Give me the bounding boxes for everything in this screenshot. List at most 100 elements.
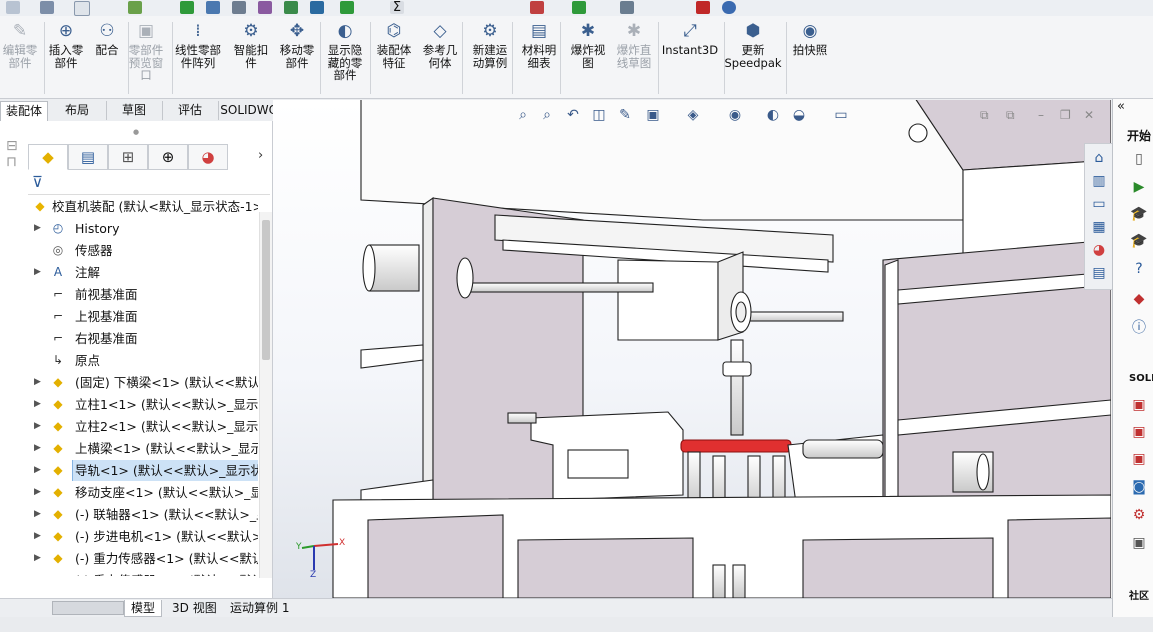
apply-scene-icon[interactable]: ◒ (790, 106, 808, 124)
dynamic-annotation-icon[interactable]: ✎ (616, 106, 634, 124)
expand-arrow-icon[interactable]: ▶ (34, 482, 41, 503)
ribbon-button-4[interactable]: ⁞ 线性零部 件阵列 (172, 20, 224, 69)
tree-item[interactable]: ▶ ◆ (-) 步进电机<1> (默认<<默认>_显 (0, 526, 258, 547)
solidworks-icon[interactable]: ◆ (1129, 289, 1149, 309)
view-settings-icon[interactable]: ▭ (832, 106, 850, 124)
feature-tree-tab[interactable]: ◆ (28, 144, 68, 170)
tree-item[interactable]: ▶ ◆ (-) 重力传感器<2> (默认<<默认>_ (0, 570, 258, 576)
tool-icon[interactable] (572, 1, 586, 14)
checkmark-icon[interactable] (180, 1, 194, 14)
new-document-icon[interactable]: ▯ (1129, 149, 1149, 169)
tutorial-icon[interactable]: 🎓 (1129, 204, 1149, 224)
tree-item[interactable]: ⌐ 前视基准面 (0, 284, 258, 305)
viewport-next-icon[interactable]: ⧉ (1006, 108, 1015, 123)
save-icon[interactable] (40, 1, 54, 14)
expand-arrow-icon[interactable]: ▶ (34, 570, 41, 576)
design-library-icon[interactable]: ▥ (1089, 171, 1109, 191)
sum-icon[interactable]: Σ (390, 1, 404, 14)
tree-item[interactable]: ▶ ◆ 立柱1<1> (默认<<默认>_显示状态 (0, 394, 258, 415)
tree-root[interactable]: ◆ 校直机装配 (默认<默认_显示状态-1>) (0, 196, 258, 217)
ribbon-button-9[interactable]: ◇ 参考几 何体 (414, 20, 466, 69)
section-view-icon[interactable]: ◫ (590, 106, 608, 124)
dimxpert-tab[interactable]: ⊕ (148, 144, 188, 170)
graphics-viewport[interactable] (273, 100, 1111, 598)
collapse-icon[interactable]: « (1117, 99, 1125, 114)
info-icon[interactable]: ⓘ (1129, 317, 1149, 337)
tab-0[interactable]: 装配体 (0, 101, 48, 121)
ribbon-button-15[interactable]: ⬢ 更新 Speedpak (724, 20, 781, 69)
expand-arrow-icon[interactable]: ▶ (34, 372, 41, 393)
bottom-tab-2[interactable]: 运动算例 1 (224, 600, 295, 616)
panel-grip[interactable]: ● (0, 128, 272, 136)
ribbon-button-7[interactable]: ◐ 显示隐 藏的零 部件 (319, 20, 371, 82)
view-palette-icon[interactable]: ▦ (1089, 217, 1109, 237)
filter-icon[interactable]: ⊽ (32, 173, 43, 191)
tree-item[interactable]: ▶ ◆ 上横梁<1> (默认<<默认>_显示状态 (0, 438, 258, 459)
resource-icon[interactable]: ◙ (1129, 477, 1149, 497)
minimize-icon[interactable]: – (1038, 108, 1044, 122)
expand-arrow-icon[interactable]: ▶ (34, 394, 41, 415)
restore-icon[interactable]: ❐ (1060, 108, 1071, 122)
tool-icon[interactable] (310, 1, 324, 14)
open-document-icon[interactable]: ▶ (1129, 177, 1149, 197)
tool-icon[interactable] (530, 1, 544, 14)
check-icon[interactable] (340, 1, 354, 14)
resource-icon[interactable]: ▣ (1129, 533, 1149, 553)
resource-icon[interactable]: ▣ (1129, 449, 1149, 469)
rebuild-icon[interactable] (128, 1, 142, 14)
tool-icon[interactable] (620, 1, 634, 14)
expand-arrow-icon[interactable]: ▶ (34, 218, 41, 239)
zoom-to-fit-icon[interactable]: ⌕ (514, 106, 532, 124)
appearances-icon[interactable]: ◕ (1089, 240, 1109, 260)
tool-icon[interactable] (258, 1, 272, 14)
tool-icon[interactable] (284, 1, 298, 14)
help-icon[interactable]: ? (1129, 259, 1149, 279)
home-icon[interactable]: ⌂ (1089, 148, 1109, 168)
tree-item[interactable]: ◎ 传感器 (0, 240, 258, 261)
tab-3[interactable]: 评估 (162, 101, 219, 120)
resource-icon[interactable]: ▣ (1129, 422, 1149, 442)
ribbon-button-6[interactable]: ✥ 移动零 部件 (271, 20, 323, 69)
expand-arrow-icon[interactable]: ▶ (34, 526, 41, 547)
tree-item[interactable]: ▶ ◆ 导轨<1> (默认<<默认>_显示状态 (0, 460, 258, 481)
tool-icon[interactable] (206, 1, 220, 14)
custom-properties-icon[interactable]: ▤ (1089, 263, 1109, 283)
edit-appearance-icon[interactable]: ◐ (764, 106, 782, 124)
config-tab[interactable]: ⊞ (108, 144, 148, 170)
ribbon-button-8[interactable]: ⌬ 装配体 特征 (368, 20, 420, 69)
tab-2[interactable]: 草图 (106, 101, 163, 120)
display-tab[interactable]: ◕ (188, 144, 228, 170)
tree-item[interactable]: ▶ A 注解 (0, 262, 258, 283)
file-explorer-icon[interactable]: ▭ (1089, 194, 1109, 214)
expand-arrow-icon[interactable]: ▶ (34, 262, 41, 283)
bottom-tab-0[interactable]: 模型 (124, 600, 163, 617)
display-style-icon[interactable]: ◈ (684, 106, 702, 124)
tree-item[interactable]: ▶ ◴ History (0, 218, 258, 239)
tab-scroll-buttons[interactable] (52, 601, 124, 615)
tool-icon[interactable] (232, 1, 246, 14)
ribbon-button-10[interactable]: ⚙ 新建运 动算例 (464, 20, 516, 69)
expand-arrow-icon[interactable]: ▶ (34, 504, 41, 525)
expand-arrow-icon[interactable]: ▶ (34, 460, 41, 481)
ribbon-button-12[interactable]: ✱ 爆炸视 图 (562, 20, 614, 69)
hide-show-icon[interactable]: ◉ (726, 106, 744, 124)
tree-item[interactable]: ↳ 原点 (0, 350, 258, 371)
ribbon-button-14[interactable]: ⤢ Instant3D (662, 20, 718, 57)
expand-arrow-icon[interactable]: ▶ (34, 416, 41, 437)
zoom-area-icon[interactable]: ⌕ (538, 106, 556, 124)
tree-scrollbar[interactable] (259, 212, 272, 578)
tree-item[interactable]: ⌐ 上视基准面 (0, 306, 258, 327)
select-icon[interactable] (74, 1, 90, 16)
previous-view-icon[interactable]: ↶ (564, 106, 582, 124)
tree-item[interactable]: ▶ ◆ (-) 联轴器<1> (默认<<默认>_显示 (0, 504, 258, 525)
view-orientation-icon[interactable]: ▣ (644, 106, 662, 124)
ribbon-button-13[interactable]: ✱ 爆炸直 线草图 (608, 20, 660, 69)
expand-arrow-icon[interactable]: ▶ (34, 438, 41, 459)
tree-item[interactable]: ▶ ◆ 立柱2<1> (默认<<默认>_显示状态 (0, 416, 258, 437)
ribbon-button-11[interactable]: ▤ 材料明 细表 (513, 20, 565, 69)
help-icon[interactable] (722, 1, 736, 14)
tree-item[interactable]: ▶ ◆ (固定) 下横梁<1> (默认<<默认>_显示状态 (0, 372, 258, 393)
bottom-tab-1[interactable]: 3D 视图 (166, 600, 223, 616)
ribbon-button-16[interactable]: ◉ 拍快照 (784, 20, 836, 57)
tool-icon[interactable] (696, 1, 710, 14)
